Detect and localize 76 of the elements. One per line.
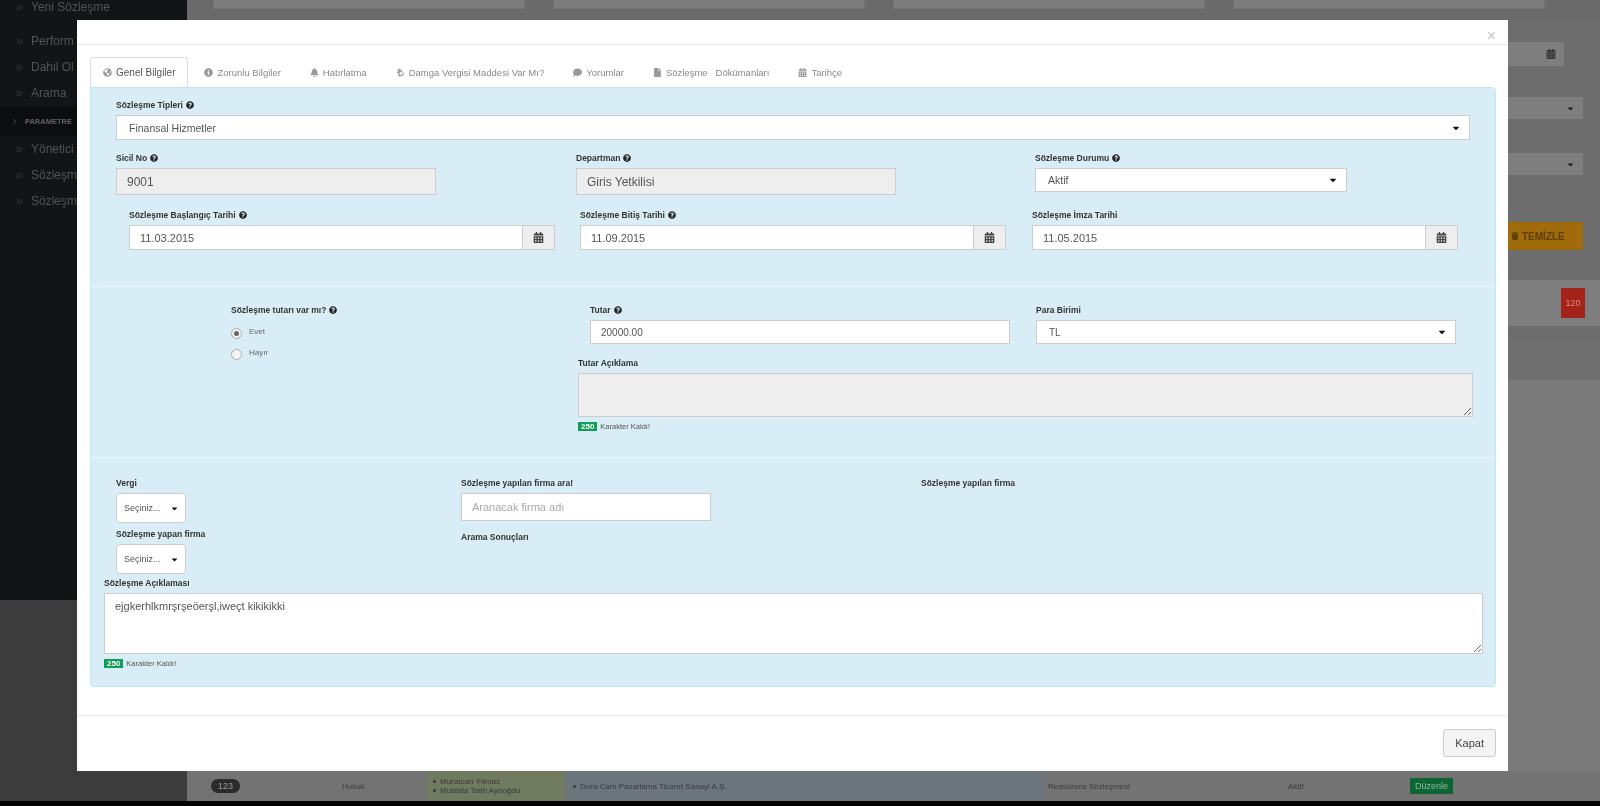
field-label: Sözleşme yapan firma <box>116 529 206 539</box>
select-field[interactable]: TL <box>1036 320 1456 344</box>
radio-label: Evet <box>249 326 265 336</box>
select-field[interactable] <box>1508 153 1583 175</box>
calendar-button[interactable] <box>1426 225 1458 250</box>
help-icon <box>1112 154 1121 162</box>
field-label: Sözleşme Durumu <box>1035 153 1110 163</box>
edit-button[interactable]: Düzenle <box>1410 778 1454 794</box>
count-badge: 250 <box>578 422 598 431</box>
field-label: Sözleşme yapılan firma <box>921 478 1015 488</box>
radio-button[interactable] <box>231 328 242 339</box>
field-label: Para Birimi <box>1036 305 1081 315</box>
sidebar-item[interactable]: Dahil Ol <box>31 60 74 74</box>
lira-icon <box>395 68 405 77</box>
radio-label: Hayır <box>249 347 269 357</box>
help-icon <box>238 211 247 219</box>
field-label: Arama Sonuçları <box>461 532 529 542</box>
help-icon <box>613 306 622 314</box>
field-label: Sözleşme yapılan firma ara! <box>461 478 573 488</box>
bullet-icon <box>433 789 436 793</box>
search-field[interactable]: Aranacak firma adı <box>461 493 711 521</box>
field-label: Tutar Açıklama <box>578 358 638 368</box>
calendar-icon <box>533 232 544 243</box>
sidebar-item[interactable]: Arama <box>31 86 67 100</box>
field-label: Sözleşme Açıklaması <box>104 578 190 588</box>
sidebar-item[interactable]: Sözleşm <box>31 194 77 208</box>
calendar-icon <box>984 232 995 243</box>
field-label: Vergi <box>116 478 137 488</box>
trash-icon <box>1511 232 1519 240</box>
help-icon <box>667 211 676 219</box>
close-button[interactable]: Kapat <box>1443 729 1496 757</box>
help-icon <box>623 154 632 162</box>
bullet-icon <box>433 780 436 784</box>
globe-icon <box>103 68 112 77</box>
select-field[interactable] <box>1508 97 1583 119</box>
date-field[interactable]: 11.09.2015 <box>580 225 974 250</box>
field-label: Sözleşme Başlangıç Tarihi <box>129 210 236 220</box>
select-field[interactable]: Aktif <box>1035 168 1347 192</box>
sidebar-item[interactable]: Perform <box>31 34 74 48</box>
date-field[interactable] <box>1508 42 1564 66</box>
field-label: Sözleşme tutarı var mı? <box>231 305 327 315</box>
calendar-icon <box>1436 232 1447 243</box>
bell-icon <box>309 68 319 77</box>
radio-button[interactable] <box>231 349 242 360</box>
tab[interactable]: Genel Bilgiler <box>90 57 189 87</box>
sidebar-item[interactable]: Sözleşm <box>31 168 77 182</box>
clear-button[interactable]: TEMİZLE <box>1508 222 1583 250</box>
count-badge: 250 <box>104 659 124 668</box>
field-label: Tutar <box>590 305 611 315</box>
text-field[interactable]: 20000.00 <box>590 320 1010 344</box>
bullet-icon <box>573 784 576 788</box>
info-icon <box>204 68 214 77</box>
count-badge: 120 <box>1561 288 1585 318</box>
calendar-button[interactable] <box>523 225 555 250</box>
calendar-button[interactable] <box>974 225 1006 250</box>
field-label: Sözleşme Bitiş Tarihi <box>580 210 665 220</box>
file-icon <box>652 68 662 77</box>
help-icon <box>150 154 159 162</box>
field-label: Sicil No <box>116 153 148 163</box>
help-icon <box>329 306 338 314</box>
comment-icon <box>573 68 583 77</box>
field-label: Sözleşme Tipleri <box>116 100 183 110</box>
calendar-icon <box>1546 49 1556 59</box>
select-field[interactable]: Seçiniz... <box>116 544 186 574</box>
sidebar-item[interactable]: Yönetici <box>31 142 74 156</box>
date-field[interactable]: 11.03.2015 <box>129 225 523 250</box>
date-field[interactable]: 11.05.2015 <box>1032 225 1426 250</box>
field-label: Departman <box>576 153 621 163</box>
calendar-icon <box>798 68 808 77</box>
help-icon <box>185 101 194 109</box>
text-area[interactable]: ejgkerhlkmrşrşeöerşl,iweçt kikikikki <box>104 593 1483 654</box>
chevron-icon <box>10 116 19 126</box>
select-field[interactable]: Seçiniz... <box>116 493 186 523</box>
number-badge: 123 <box>211 779 241 793</box>
select-field[interactable]: Finansal Hizmetler <box>116 115 1470 140</box>
field-label: Sözleşme İmza Tarihi <box>1032 210 1118 220</box>
